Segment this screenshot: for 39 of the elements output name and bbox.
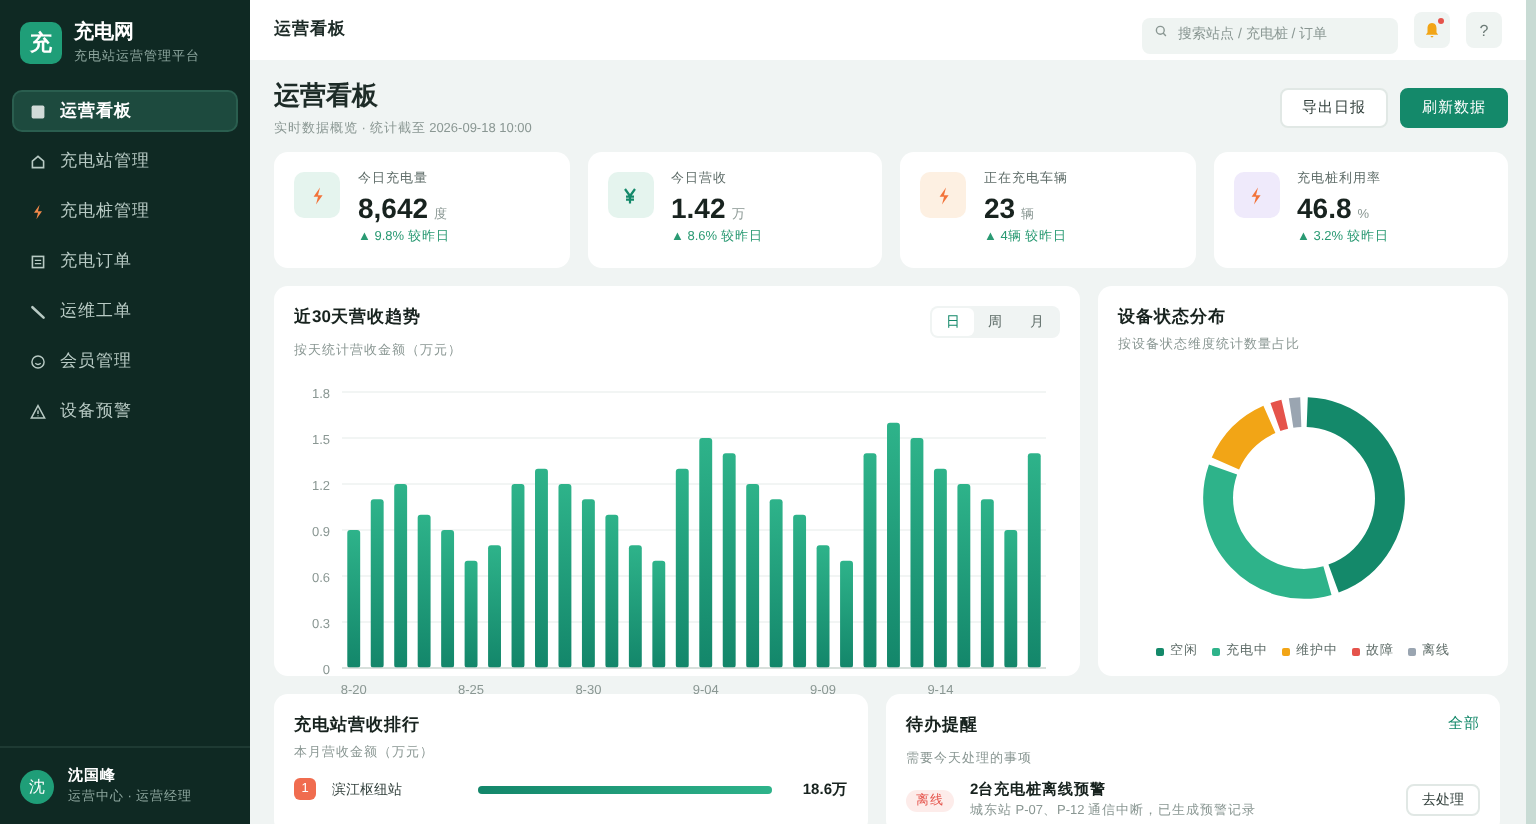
app-title: 充电网 — [74, 18, 136, 46]
card-title: 设备状态分布 — [1118, 306, 1228, 330]
logo-icon: 充 — [20, 21, 62, 63]
smiley-icon — [30, 353, 46, 369]
revenue-bar — [840, 560, 853, 668]
stat-value: 1.42 — [671, 192, 726, 224]
revenue-bar — [1004, 530, 1018, 668]
stat-value: 46.8 — [1297, 192, 1352, 224]
page-title: 运营看板 — [274, 77, 380, 113]
revenue-bar — [488, 545, 501, 668]
revenue-bar — [464, 560, 478, 668]
house-icon — [30, 153, 46, 169]
nav-item[interactable]: 充电桩管理 — [12, 190, 238, 232]
nav-item[interactable]: 会员管理 — [12, 340, 238, 382]
notification-button[interactable] — [1414, 12, 1450, 48]
revenue-bar — [441, 530, 455, 668]
stat-value: 8,642 — [358, 192, 429, 224]
nav-item[interactable]: 充电站管理 — [12, 140, 238, 182]
nav-item[interactable]: 设备预警 — [12, 390, 238, 432]
bell-icon — [1422, 20, 1442, 40]
card-title: 待办提醒 — [906, 714, 980, 738]
revenue-bar — [652, 560, 666, 668]
nav-item[interactable]: 运维工单 — [12, 290, 238, 332]
stat-value: 23 — [984, 192, 1016, 224]
card-title: 近30天营收趋势 — [294, 306, 423, 330]
breadcrumb: 运营看板 — [274, 18, 346, 42]
help-button[interactable]: ? — [1466, 12, 1502, 48]
revenue-bar — [816, 545, 830, 668]
lightning-icon — [30, 203, 46, 219]
nav-item[interactable]: 运营看板 — [12, 90, 238, 132]
card-title: 充电站营收排行 — [294, 714, 422, 738]
nav-item[interactable]: 充电订单 — [12, 240, 238, 282]
document-icon — [30, 253, 46, 269]
warning-icon — [30, 403, 46, 419]
revenue-bar — [347, 530, 361, 668]
revenue-bar — [628, 545, 642, 668]
square-icon — [30, 103, 46, 119]
user-avatar: 沈 — [20, 769, 54, 803]
pen-icon — [30, 303, 46, 319]
